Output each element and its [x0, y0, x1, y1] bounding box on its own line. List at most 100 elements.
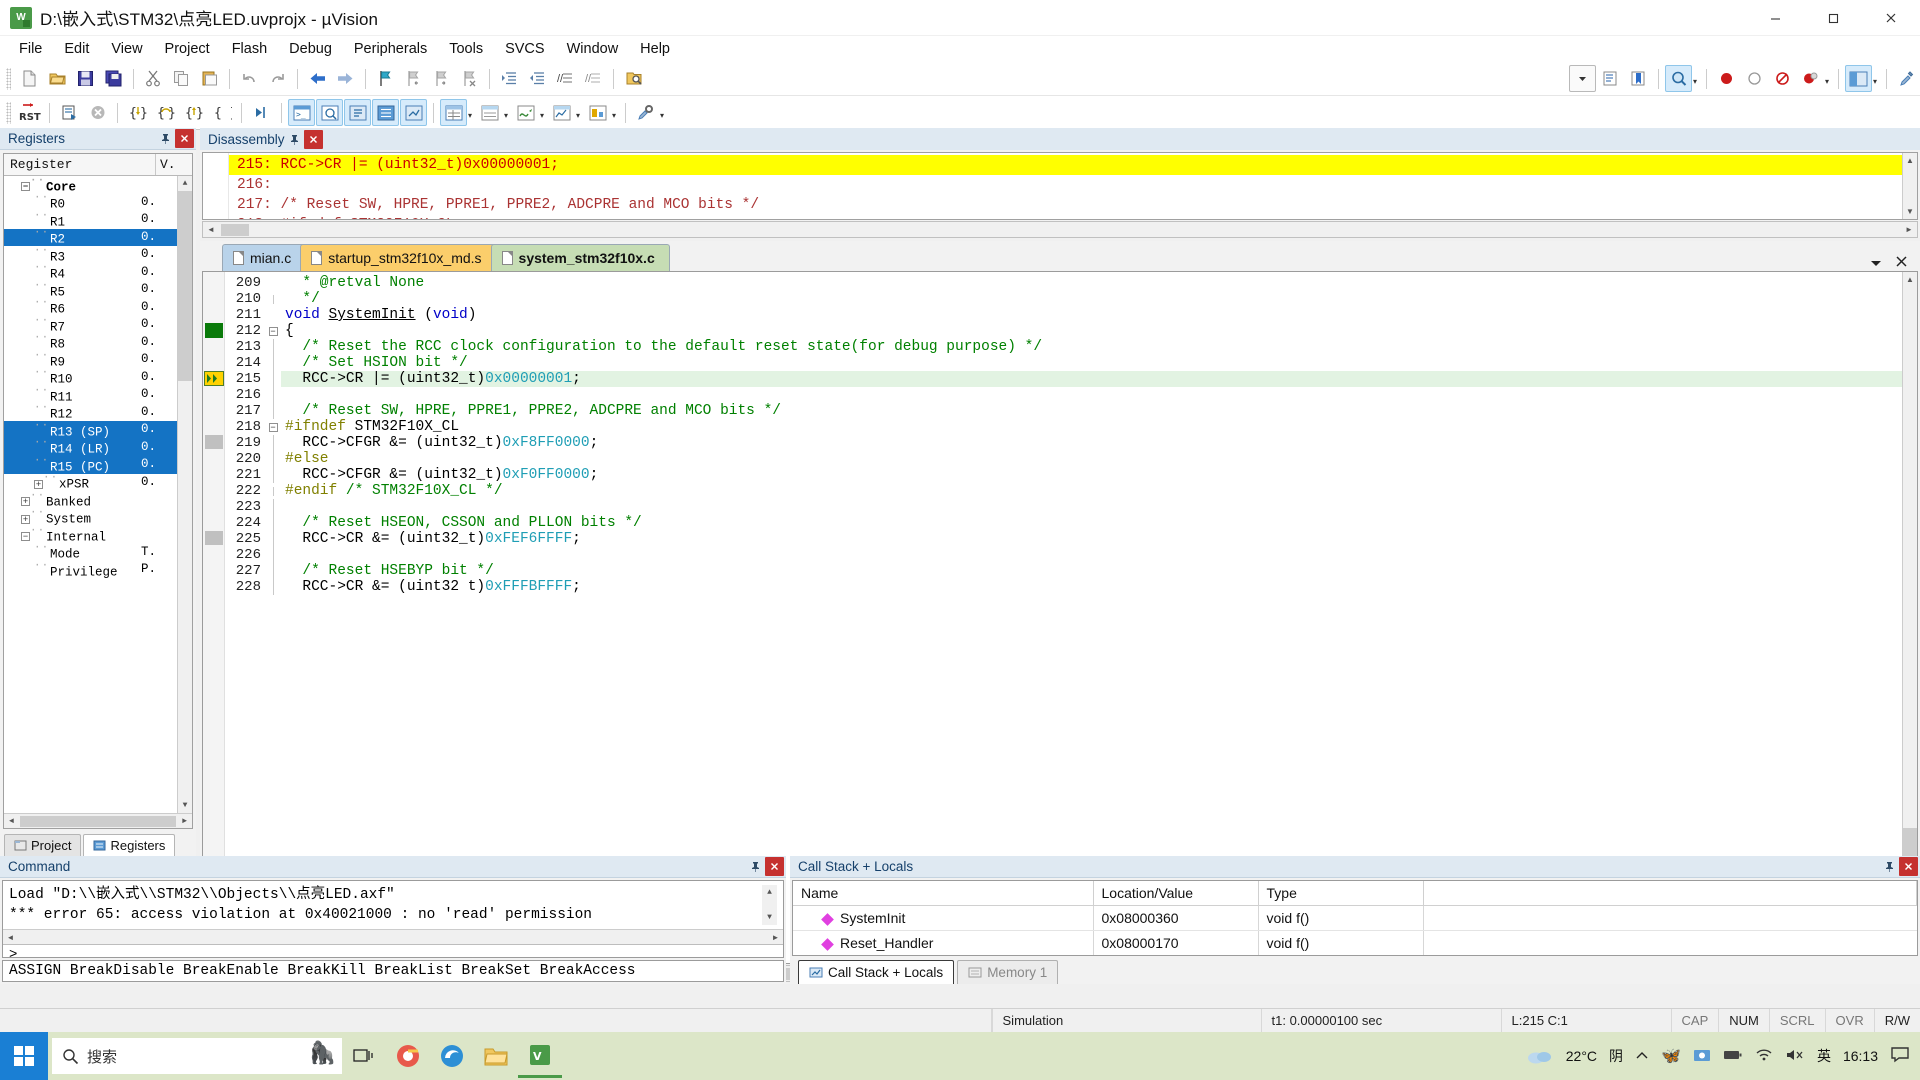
uncomment-lines-icon[interactable]: // — [580, 65, 607, 92]
pin-icon[interactable] — [156, 129, 175, 148]
disassembly-line[interactable]: 216: — [229, 175, 1902, 195]
menu-item-view[interactable]: View — [100, 38, 153, 60]
command-output-area[interactable]: Load "D:\\嵌入式\\STM32\\Objects\\点亮LED.axf… — [2, 880, 784, 958]
menu-item-peripherals[interactable]: Peripherals — [343, 38, 438, 60]
registers-window-icon[interactable] — [372, 99, 399, 126]
editor-tab[interactable]: startup_stm32f10x_md.s — [300, 244, 497, 271]
code-coverage-marker-icon[interactable] — [205, 435, 223, 449]
find-icon[interactable] — [1665, 65, 1692, 92]
fold-cell[interactable] — [265, 403, 281, 419]
disable-breakpoint-icon[interactable] — [1769, 65, 1796, 92]
bookmark-marker-icon[interactable] — [205, 323, 223, 338]
tab-registers[interactable]: Registers — [83, 834, 176, 856]
tray-network-icon[interactable] — [1755, 1048, 1773, 1065]
open-file-icon[interactable] — [44, 65, 71, 92]
memory-caret-icon[interactable]: ▾ — [501, 99, 511, 126]
edge-icon[interactable] — [430, 1034, 474, 1078]
maximize-button[interactable] — [1804, 0, 1862, 36]
run-to-cursor-icon[interactable]: { } — [208, 99, 235, 126]
close-icon[interactable] — [1895, 255, 1908, 271]
manage-windows-icon[interactable] — [1845, 65, 1872, 92]
bookmark-toggle-icon[interactable] — [372, 65, 399, 92]
new-file-icon[interactable] — [16, 65, 43, 92]
breakpoint-cell[interactable] — [203, 499, 224, 515]
code-line[interactable]: RCC->CFGR &= (uint32_t)0xF0FF0000; — [281, 467, 1902, 483]
menu-item-project[interactable]: Project — [154, 38, 221, 60]
code-line[interactable]: RCC->CR &= (uint32 t)0xFFFBFFFF; — [281, 579, 1902, 595]
scroll-down-icon[interactable]: ▼ — [762, 910, 777, 925]
register-row[interactable]: ·····Privilege P. — [4, 560, 177, 580]
tray-app-icon[interactable]: 🦋 — [1661, 1046, 1681, 1066]
bookmark-next-icon[interactable] — [428, 65, 455, 92]
tab-memory-1[interactable]: Memory 1 — [957, 960, 1059, 984]
call-stack-window-icon[interactable] — [400, 99, 427, 126]
search-dropdown-icon[interactable] — [1569, 65, 1596, 92]
scroll-up-icon[interactable]: ▲ — [178, 176, 192, 191]
scroll-down-icon[interactable]: ▼ — [178, 798, 192, 813]
call-stack-name[interactable]: SystemInit — [793, 905, 1094, 931]
command-hscrollbar[interactable]: ◄ ► — [3, 929, 783, 945]
command-keyword-bar[interactable]: ASSIGN BreakDisable BreakEnable BreakKil… — [2, 960, 784, 982]
paste-icon[interactable] — [196, 65, 223, 92]
redo-icon[interactable] — [264, 65, 291, 92]
column-header-register[interactable]: Register — [4, 154, 156, 175]
breakpoint-cell[interactable] — [203, 355, 224, 371]
fold-cell[interactable] — [265, 515, 281, 531]
code-coverage-marker-icon[interactable] — [205, 531, 223, 545]
debug-settings-caret-icon[interactable]: ▾ — [657, 99, 667, 126]
scroll-right-icon[interactable]: ► — [1901, 222, 1917, 237]
explorer-icon[interactable] — [474, 1034, 518, 1078]
call-stack-name[interactable]: Reset_Handler — [793, 930, 1094, 955]
menu-item-window[interactable]: Window — [556, 38, 630, 60]
find-in-files-icon[interactable] — [620, 65, 647, 92]
remove-breakpoint-icon[interactable] — [1741, 65, 1768, 92]
breakpoint-cell[interactable] — [203, 579, 224, 595]
menu-item-help[interactable]: Help — [629, 38, 681, 60]
fold-cell[interactable] — [265, 451, 281, 467]
disassembly-window-icon[interactable] — [316, 99, 343, 126]
code-line[interactable]: void SystemInit (void) — [281, 307, 1902, 323]
registers-hscrollbar[interactable]: ◄ ► — [4, 813, 192, 828]
code-line[interactable]: * @retval None — [281, 275, 1902, 291]
manage-windows-caret-icon[interactable]: ▾ — [1870, 65, 1880, 92]
menu-item-flash[interactable]: Flash — [221, 38, 278, 60]
code-line[interactable]: /* Reset SW, HPRE, PPRE1, PPRE2, ADCPRE … — [281, 403, 1902, 419]
close-icon[interactable] — [765, 857, 784, 876]
breakpoint-cell[interactable] — [203, 307, 224, 323]
disassembly-hscrollbar[interactable]: ◄ ► — [202, 221, 1918, 238]
code-line[interactable] — [281, 387, 1902, 403]
analysis-caret-icon[interactable]: ▾ — [573, 99, 583, 126]
bookmark-prev-icon[interactable] — [400, 65, 427, 92]
reset-cpu-icon[interactable]: RST — [16, 99, 43, 126]
code-line[interactable]: #else — [281, 451, 1902, 467]
undo-icon[interactable] — [236, 65, 263, 92]
disassembly-line[interactable]: 215: RCC->CR |= (uint32_t)0x00000001; — [229, 155, 1902, 175]
scroll-right-icon[interactable]: ► — [177, 813, 192, 828]
command-vscrollbar[interactable]: ▲ ▼ — [762, 885, 777, 925]
fold-cell[interactable] — [265, 307, 281, 323]
step-out-icon[interactable]: {} — [180, 99, 207, 126]
watch-window-icon[interactable] — [440, 99, 467, 126]
analysis-window-icon[interactable] — [548, 99, 575, 126]
kill-all-breakpoints-icon[interactable] — [1797, 65, 1824, 92]
disassembly-code[interactable]: 215: RCC->CR |= (uint32_t)0x00000001; 216… — [229, 153, 1902, 219]
disassembly-body[interactable]: 215: RCC->CR |= (uint32_t)0x00000001; 216… — [202, 152, 1918, 220]
taskbar-search[interactable]: 搜索 🦍 — [52, 1038, 342, 1074]
task-view-icon[interactable] — [342, 1034, 386, 1078]
menu-item-edit[interactable]: Edit — [53, 38, 100, 60]
scroll-down-icon[interactable]: ▼ — [1903, 204, 1917, 219]
menu-item-debug[interactable]: Debug — [278, 38, 343, 60]
weather-icon[interactable] — [1526, 1045, 1554, 1068]
disassembly-line[interactable]: 218: #ifndef STM32F10X_CL — [229, 215, 1902, 219]
weather-temp[interactable]: 22°C — [1566, 1048, 1597, 1064]
scroll-thumb-h[interactable] — [221, 223, 249, 236]
copy-icon[interactable] — [168, 65, 195, 92]
scroll-right-icon[interactable]: ► — [768, 929, 783, 945]
breakpoint-cell[interactable] — [203, 387, 224, 403]
toolbar-grip[interactable] — [6, 67, 11, 90]
breakpoint-cell[interactable] — [203, 435, 224, 451]
code-line[interactable]: RCC->CFGR &= (uint32_t)0xF8FF0000; — [281, 435, 1902, 451]
ime-indicator[interactable]: 英 — [1817, 1046, 1831, 1066]
disassembly-gutter[interactable] — [203, 153, 229, 219]
call-stack-table-wrap[interactable]: Name Location/Value Type SystemInit 0x080… — [792, 880, 1918, 956]
